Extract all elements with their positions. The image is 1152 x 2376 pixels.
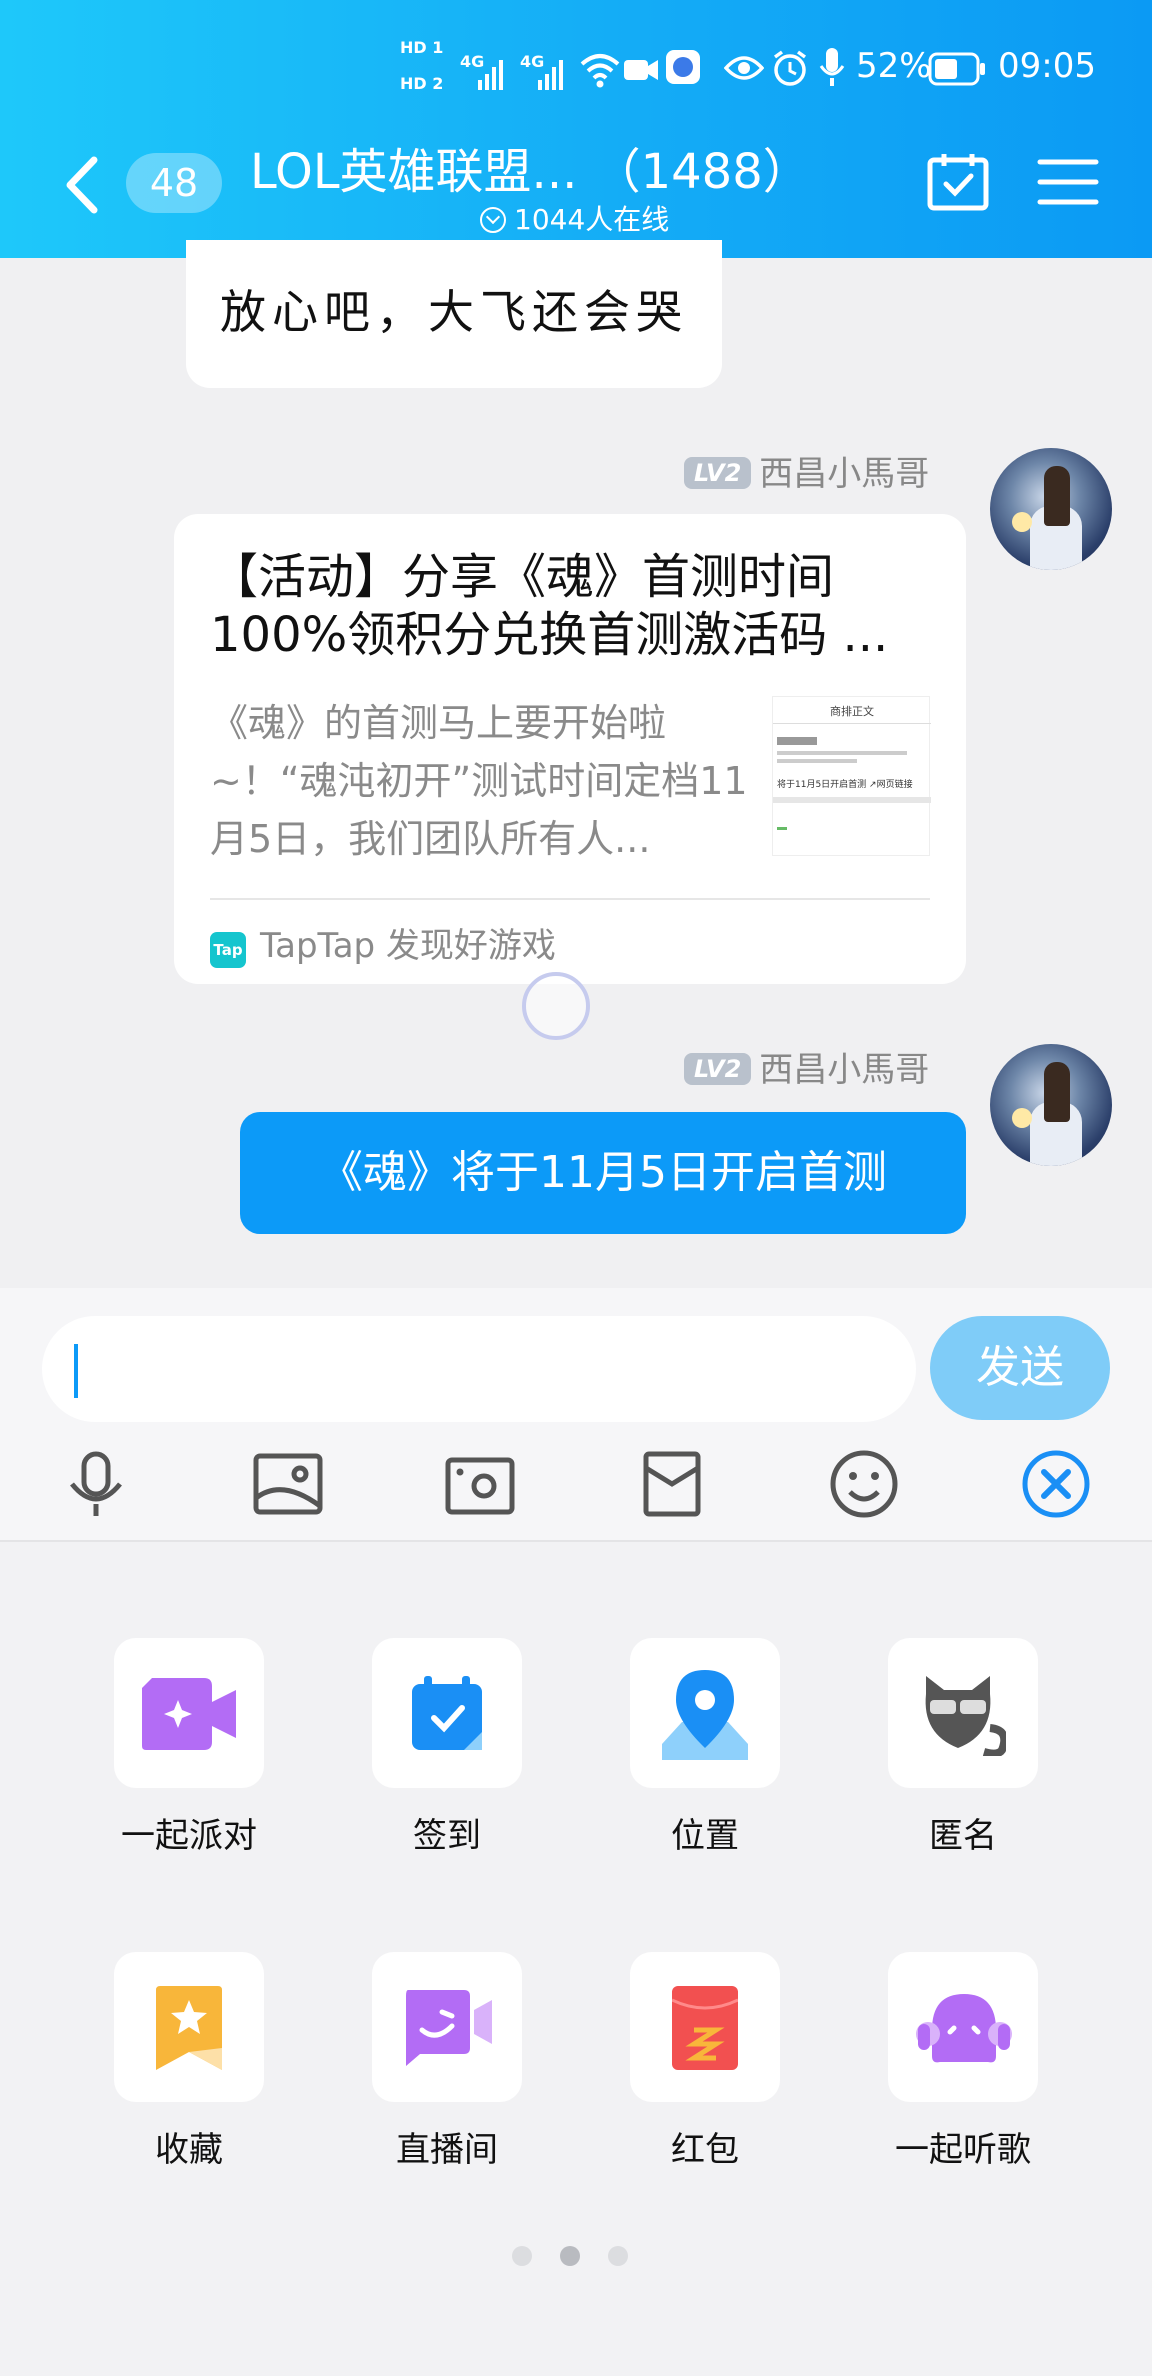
app-label: 位置 (671, 1816, 739, 1856)
location-pin-icon (662, 1670, 748, 1760)
share-card-description: 《魂》的首测马上要开始啦~！“魂沌初开”测试时间定档11月5日，我们团队所有人.… (210, 701, 748, 861)
signal-icon (478, 60, 503, 90)
app-status-icon (666, 50, 700, 84)
favorite-bookmark-icon (156, 1986, 222, 2070)
message-text: 放心吧，大飞还会哭 (220, 285, 688, 339)
online-count: 1044人在线 (514, 203, 670, 236)
sender-label: 西昌小馬哥 (759, 1050, 930, 1090)
hd1-label: HD 1 (400, 38, 444, 57)
party-video-icon (142, 1678, 236, 1750)
send-button[interactable]: 发送 (930, 1316, 1110, 1420)
camera-icon[interactable] (444, 1448, 516, 1520)
chevron-down-circle-icon (480, 207, 506, 233)
thumb-heading: 商排正文 (830, 705, 874, 718)
message-input[interactable] (42, 1316, 916, 1422)
thumb-line: 将于11月5日开启首测 ↗网页链接 (777, 780, 913, 790)
wifi-icon (580, 54, 620, 88)
app-label: 匿名 (929, 1816, 997, 1856)
share-card-title: 【活动】分享《魂》首测时间100%领积分兑换首测激活码 ... (210, 549, 889, 663)
red-packet-outline-icon[interactable] (636, 1448, 708, 1520)
source-label: TapTap 发现好游戏 (260, 926, 556, 966)
composer: 发送 (0, 1288, 1152, 1540)
signal-icon (538, 60, 563, 90)
page-dot-active[interactable] (560, 2246, 580, 2266)
menu-icon[interactable] (1036, 150, 1100, 214)
mic-status-icon (819, 48, 845, 86)
taptap-logo-icon: Tap (210, 932, 246, 968)
listen-music-icon (916, 1994, 1012, 2063)
level-badge: LV2 (684, 1053, 752, 1085)
app-red-packet[interactable] (630, 1952, 780, 2102)
app-label: 签到 (413, 1816, 481, 1856)
battery-icon (928, 52, 985, 86)
app-checkin[interactable] (372, 1638, 522, 1788)
emoji-icon[interactable] (828, 1448, 900, 1520)
group-title[interactable]: LOL英雄联盟... （1488） (250, 132, 811, 202)
sender-name: LV2 西昌小馬哥 (684, 446, 929, 495)
page-dot[interactable] (608, 2246, 628, 2266)
app-location[interactable] (630, 1638, 780, 1788)
avatar[interactable] (990, 448, 1112, 570)
app-label: 直播间 (396, 2130, 498, 2170)
message-bubble[interactable]: 放心吧，大飞还会哭 (186, 240, 722, 388)
app-label: 收藏 (155, 2130, 223, 2170)
image-icon[interactable] (252, 1448, 324, 1520)
app-favorites[interactable] (114, 1952, 264, 2102)
hd2-label: HD 2 (400, 74, 444, 93)
online-status[interactable]: 1044人在线 (480, 198, 669, 238)
microphone-icon[interactable] (60, 1448, 132, 1520)
battery-percent: 52% (856, 46, 932, 86)
clock: 09:05 (998, 46, 1096, 86)
red-packet-icon (672, 1986, 738, 2070)
unread-count-badge[interactable]: 48 (126, 153, 222, 213)
message-bubble[interactable]: 《魂》将于11月5日开启首测 (240, 1112, 966, 1234)
alarm-icon (773, 50, 807, 86)
app-label: 一起听歌 (895, 2130, 1031, 2170)
eye-icon (724, 56, 764, 80)
app-live-room[interactable] (372, 1952, 522, 2102)
page-dot[interactable] (512, 2246, 532, 2266)
sender-name: LV2 西昌小馬哥 (684, 1042, 929, 1091)
app-label: 一起派对 (121, 1816, 257, 1856)
level-badge: LV2 (684, 457, 752, 489)
app-anonymous[interactable] (888, 1638, 1038, 1788)
anonymous-cat-icon (925, 1676, 1006, 1756)
app-party[interactable] (114, 1638, 264, 1788)
app-label: 红包 (671, 2130, 739, 2170)
camera-status-icon (624, 60, 658, 80)
close-panel-icon[interactable] (1020, 1448, 1092, 1520)
sender-label: 西昌小馬哥 (759, 454, 930, 494)
status-bar: HD 1 HD 2 4G 4G 52% 09:05 (0, 30, 1152, 110)
live-room-icon (406, 1990, 492, 2066)
checkin-calendar-icon (412, 1676, 482, 1750)
loading-spinner-icon (522, 972, 590, 1040)
avatar[interactable] (990, 1044, 1112, 1166)
text-caret (74, 1344, 78, 1398)
checkin-calendar-icon[interactable] (926, 150, 990, 214)
share-card-thumbnail: 商排正文 将于11月5日开启首测 ↗网页链接 (772, 696, 931, 856)
app-listen-together[interactable] (888, 1952, 1038, 2102)
back-arrow-icon[interactable] (58, 150, 106, 220)
message-text: 《魂》将于11月5日开启首测 (319, 1147, 887, 1198)
chat-header: HD 1 HD 2 4G 4G 52% 09:05 48 LOL英雄联盟... … (0, 0, 1152, 258)
share-card-source: Tap TapTap 发现好游戏 (210, 918, 556, 968)
card-divider (210, 898, 930, 900)
